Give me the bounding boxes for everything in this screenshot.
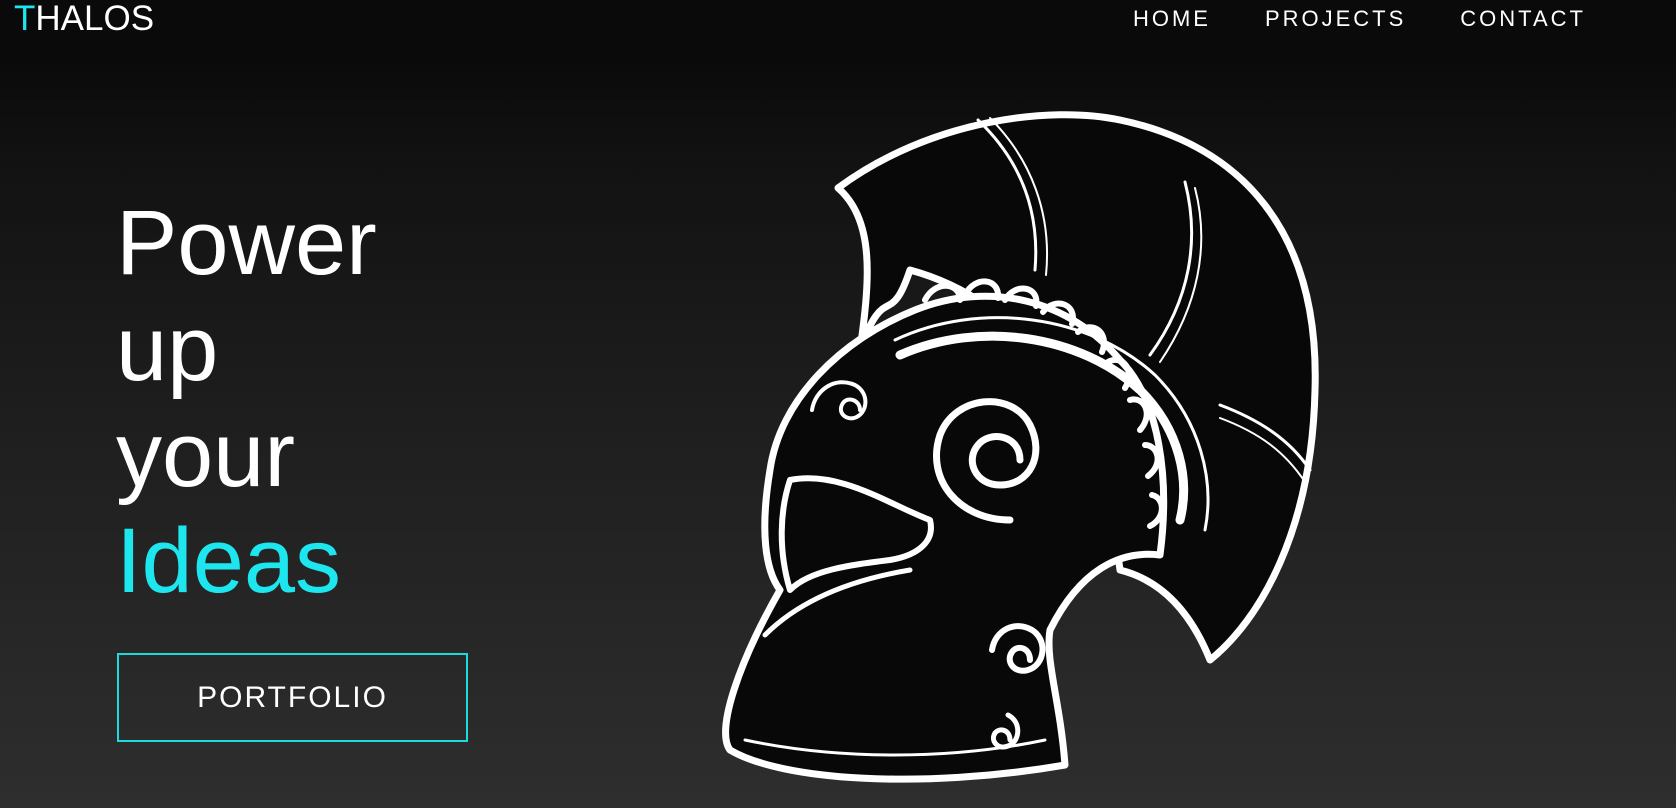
logo-text: HALOS: [35, 0, 155, 38]
site-logo[interactable]: THALOS: [14, 0, 154, 38]
landing-page: THALOS HOME PROJECTS CONTACT Power up yo…: [0, 0, 1676, 808]
hero-line-1: Power: [116, 192, 377, 294]
main-nav: HOME PROJECTS CONTACT: [1133, 5, 1586, 33]
hero-line-4-accent: Ideas: [116, 510, 342, 612]
spartan-helmet-icon: [722, 111, 1319, 783]
nav-link-home[interactable]: HOME: [1133, 5, 1211, 33]
nav-link-contact[interactable]: CONTACT: [1460, 5, 1586, 33]
hero-heading: Power up your Ideas: [116, 190, 377, 614]
hero-line-2: up: [116, 298, 219, 400]
nav-link-projects[interactable]: PROJECTS: [1265, 5, 1406, 33]
hero-line-3: your: [116, 404, 295, 506]
top-navigation-bar: THALOS HOME PROJECTS CONTACT: [0, 0, 1676, 57]
logo-accent-letter: T: [14, 0, 36, 38]
portfolio-button[interactable]: PORTFOLIO: [117, 653, 468, 742]
